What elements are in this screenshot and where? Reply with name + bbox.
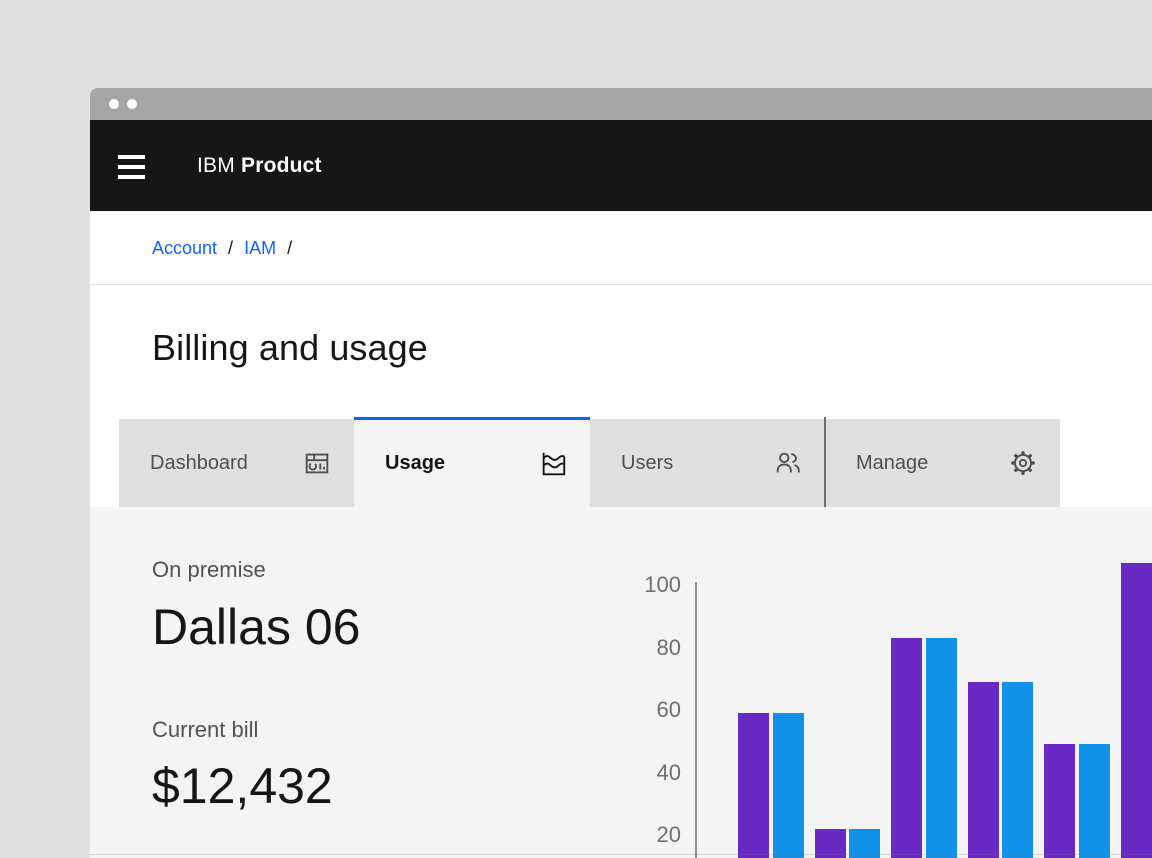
chart-y-axis-line bbox=[695, 582, 697, 858]
bar-blue bbox=[773, 713, 804, 858]
bar-blue bbox=[1079, 744, 1110, 858]
bar-purple bbox=[1121, 563, 1152, 858]
y-axis-tick-label: 40 bbox=[611, 760, 681, 786]
y-axis-tick-label: 60 bbox=[611, 697, 681, 723]
app-window: IBM Product Account/IAM/ Billing and usa… bbox=[90, 88, 1152, 858]
chart-baseline-hint bbox=[90, 854, 1152, 855]
y-axis-tick-label: 20 bbox=[611, 822, 681, 848]
y-axis-tick-label: 80 bbox=[611, 635, 681, 661]
bar-purple bbox=[1044, 744, 1075, 858]
bar-blue bbox=[926, 638, 957, 858]
bar-purple bbox=[891, 638, 922, 858]
y-axis-tick-label: 100 bbox=[611, 572, 681, 598]
bar-purple bbox=[968, 682, 999, 858]
bar-blue bbox=[1002, 682, 1033, 858]
desktop-background: IBM Product Account/IAM/ Billing and usa… bbox=[0, 0, 1152, 858]
usage-bar-chart: 100 80 60 40 20 bbox=[90, 88, 1152, 858]
bar-purple bbox=[738, 713, 769, 858]
